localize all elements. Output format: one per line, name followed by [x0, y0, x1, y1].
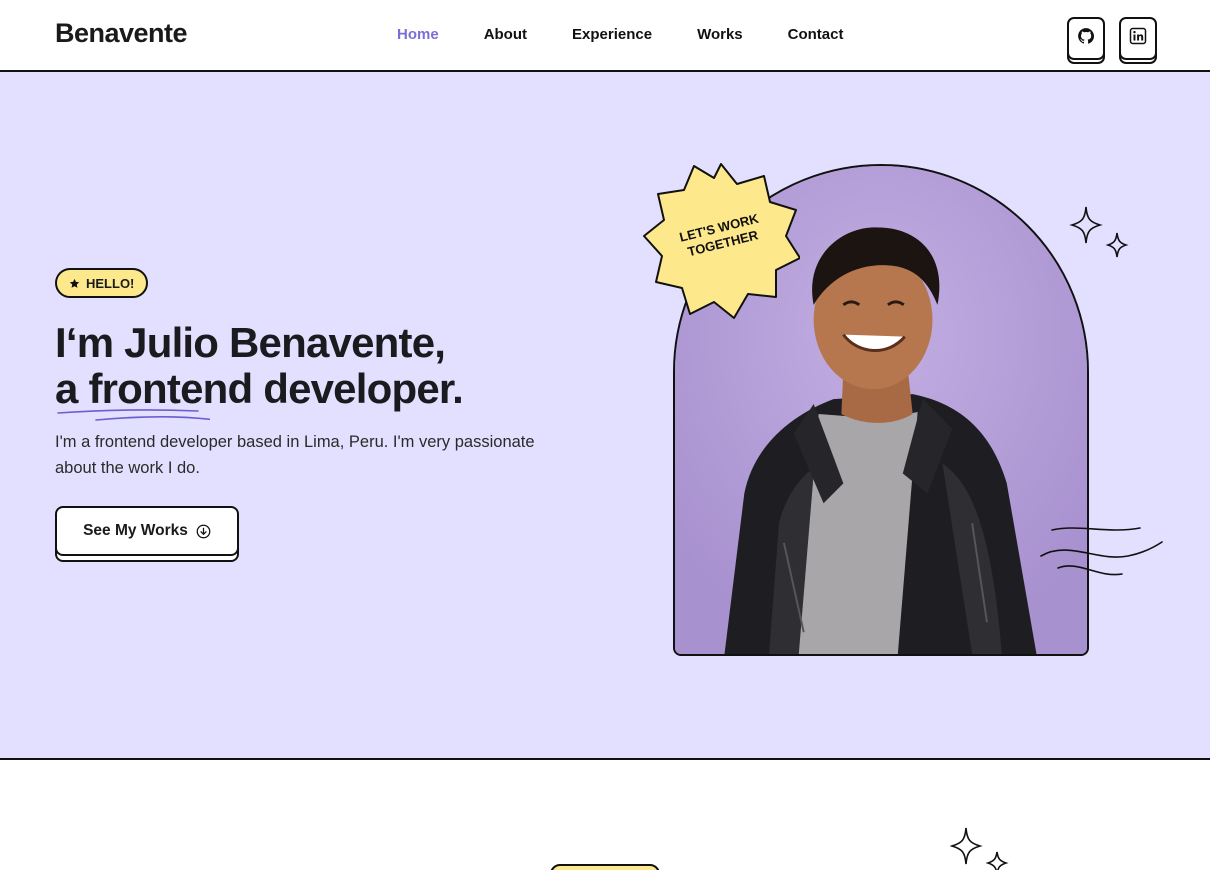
- headline-line-1: I‘m Julio Benavente,: [55, 319, 446, 366]
- next-section-badge: [550, 864, 660, 870]
- nav-link-about[interactable]: About: [484, 26, 527, 43]
- underline-scribble: [57, 409, 210, 421]
- arrow-down-circle-icon: [196, 524, 211, 538]
- linkedin-icon: [1129, 27, 1147, 45]
- hero-section: HELLO! I‘m Julio Benavente, a frontend d…: [0, 72, 1210, 760]
- hello-badge: HELLO!: [55, 268, 149, 298]
- star-icon: [69, 278, 80, 288]
- main-nav: Home About Experience Works Contact: [397, 26, 888, 43]
- headline-a: a: [55, 365, 89, 412]
- cta-label: See My Works: [83, 522, 188, 539]
- nav-link-home[interactable]: Home: [397, 26, 439, 43]
- hero-intro: I'm a frontend developer based in Lima, …: [55, 433, 535, 477]
- hero-headline: I‘m Julio Benavente, a frontend develope…: [55, 319, 464, 412]
- hello-badge-label: HELLO!: [86, 275, 135, 291]
- wind-waves-decoration: [1040, 527, 1163, 576]
- navbar: Benavente Home About Experience Works Co…: [0, 0, 1210, 72]
- sparkle-decoration: [1069, 206, 1129, 258]
- brand-logo[interactable]: Benavente: [55, 18, 188, 49]
- linkedin-button[interactable]: [1119, 17, 1157, 60]
- headline-rest: developer.: [252, 365, 464, 412]
- sparkle-decoration-2: [950, 827, 1009, 870]
- nav-link-experience[interactable]: Experience: [572, 26, 652, 43]
- github-button[interactable]: [1067, 17, 1105, 60]
- github-icon: [1078, 28, 1095, 44]
- headline-highlight: frontend: [88, 365, 253, 412]
- nav-link-contact[interactable]: Contact: [788, 26, 844, 43]
- see-my-works-button[interactable]: See My Works: [55, 506, 239, 556]
- nav-link-works[interactable]: Works: [697, 26, 743, 43]
